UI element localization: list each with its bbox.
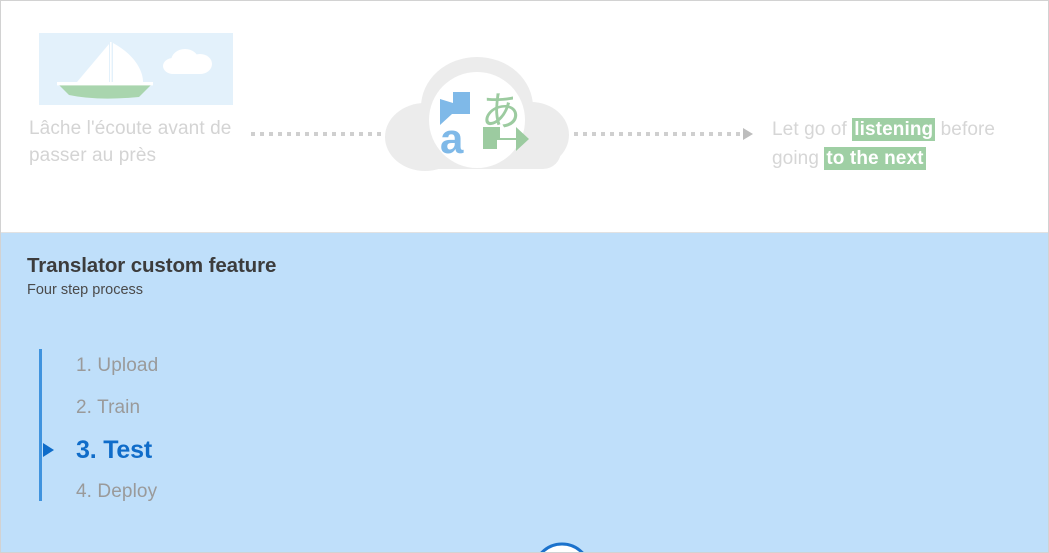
translation-flow-panel: Lâche l'écoute avant de passer au près a: [1, 1, 1048, 233]
triangle-right-icon: [43, 443, 54, 457]
step-label: 4. Deploy: [76, 481, 158, 502]
target-text-highlight-2: to the next: [824, 147, 926, 170]
target-text-part1: Let go of: [772, 119, 853, 140]
custom-feature-panel: Translator custom feature Four step proc…: [1, 233, 1048, 552]
step-label: 2. Train: [76, 397, 141, 418]
page-title: Translator custom feature: [27, 254, 277, 277]
step-item-test[interactable]: 3. Test: [39, 429, 239, 471]
target-text-highlight-1: listening: [852, 118, 936, 141]
page-subtitle: Four step process: [27, 282, 144, 298]
svg-text:a: a: [440, 115, 464, 162]
svg-text:a: a: [558, 548, 566, 553]
step-item-upload[interactable]: 1. Upload: [39, 345, 239, 387]
source-text: Lâche l'écoute avant de passer au près: [29, 118, 232, 166]
sailboat-photo: [39, 33, 233, 105]
custom-model-group: a あ a あ: [431, 541, 593, 553]
step-item-deploy[interactable]: 4. Deploy: [39, 471, 239, 513]
infographic-frame: Lâche l'écoute avant de passer au près a: [0, 0, 1049, 553]
step-label: 3. Test: [76, 435, 152, 464]
translator-cloud-icon: a あ: [377, 49, 577, 191]
target-text: Let go of listening before going to the …: [772, 115, 1037, 173]
step-item-train[interactable]: 2. Train: [39, 387, 239, 429]
step-label: 1. Upload: [76, 355, 159, 376]
tuning-sliders-icon: a あ: [531, 541, 593, 553]
dotted-arrow-right-icon: [574, 127, 753, 141]
step-list: 1. Upload 2. Train 3. Test 4. Deploy: [39, 345, 239, 513]
